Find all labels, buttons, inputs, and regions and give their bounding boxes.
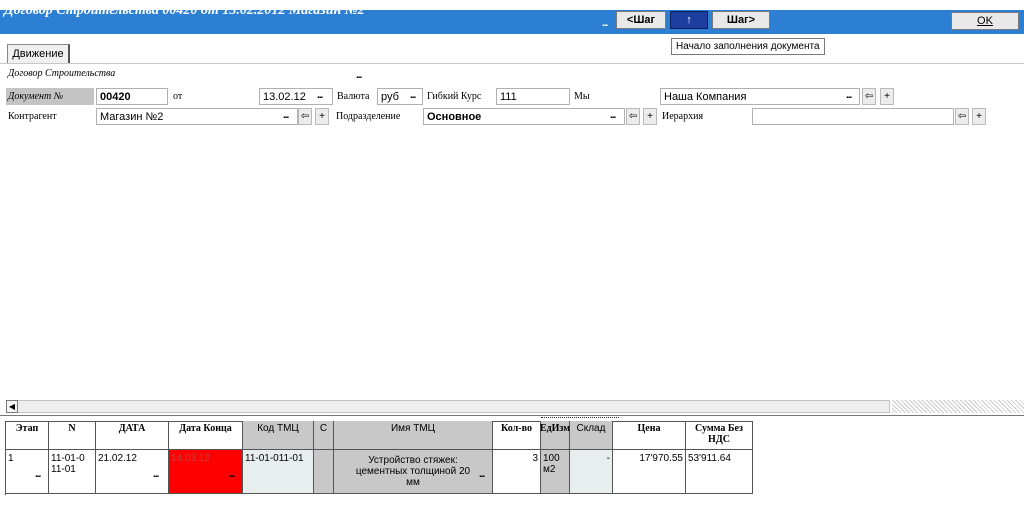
table-row-cell-unit[interactable]: 100 м2 (541, 450, 570, 494)
col-header-unit[interactable]: ЕдИзм (540, 421, 570, 450)
counterparty-ellipsis-icon[interactable]: ... (283, 111, 289, 121)
doc-type-label: Договор Строительства (8, 68, 116, 79)
company-plus-icon[interactable]: + (880, 88, 894, 105)
cell-code-value: 11-01-011-01 (245, 453, 304, 464)
table-row-cell-price[interactable]: 17'970.55 (613, 450, 686, 494)
scrollbar-filler (892, 400, 1024, 413)
doc-type-ellipsis-icon[interactable]: ... (356, 71, 362, 81)
cell-price-value: 17'970.55 (639, 453, 683, 464)
company-input[interactable]: Наша Компания (660, 88, 860, 105)
cell-unit-value: 100 м2 (543, 453, 560, 475)
col-header-n[interactable]: N (49, 421, 96, 450)
cell-end-date-value: 14.03.12 (171, 453, 210, 464)
cell-name-value: Устройство стяжек: цементных толщиной 20… (355, 455, 471, 488)
cell-sum-value: 53'911.64 (688, 453, 731, 464)
step-back-button[interactable]: <Шаг (616, 11, 666, 29)
cell-n-line2: 11-01 (51, 464, 76, 475)
col-header-end-date[interactable]: Дата Конца (169, 421, 243, 450)
currency-label: Валюта (337, 91, 370, 102)
scroll-left-arrow-icon[interactable]: ◀ (6, 400, 18, 413)
doc-number-input[interactable]: 00420 (96, 88, 168, 105)
table-row-cell-sum[interactable]: 53'911.64 (686, 450, 753, 494)
title-ellipsis-icon[interactable]: ... (602, 19, 608, 29)
table-row-cell-n[interactable]: 11-01-0 11-01 (49, 450, 96, 494)
col-header-sum[interactable]: Сумма Без НДС (686, 421, 753, 450)
department-back-arrow-icon[interactable]: ⇦ (626, 108, 640, 125)
we-label: Мы (574, 91, 590, 102)
table-row-cell-name[interactable]: Устройство стяжек: цементных толщиной 20… (334, 450, 493, 494)
grid-top-border (0, 415, 1024, 416)
end-date-cell-ellipsis-icon[interactable]: ... (229, 470, 235, 480)
stage-ellipsis-icon[interactable]: ... (35, 470, 41, 480)
department-plus-icon[interactable]: + (643, 108, 657, 125)
rate-input[interactable]: 111 (496, 88, 570, 105)
horizontal-scrollbar[interactable] (6, 400, 890, 413)
date-cell-ellipsis-icon[interactable]: ... (153, 470, 159, 480)
hierarchy-input[interactable] (752, 108, 954, 125)
tooltip: Начало заполнения документа (671, 38, 825, 55)
currency-ellipsis-icon[interactable]: ... (410, 91, 416, 101)
start-button[interactable]: ↑ (670, 11, 708, 29)
col-header-warehouse[interactable]: Склад (570, 421, 613, 450)
ok-button[interactable]: OK (951, 12, 1019, 30)
company-value: Наша Компания (664, 90, 747, 103)
cell-n-line1: 11-01-0 (51, 453, 85, 464)
rate-label: Гибкий Курс (427, 91, 482, 102)
hierarchy-plus-icon[interactable]: + (972, 108, 986, 125)
col-header-c[interactable]: С (314, 421, 334, 450)
step-forward-button[interactable]: Шаг> (712, 11, 770, 29)
table-row-cell-qty[interactable]: 3 (493, 450, 541, 494)
counterparty-input[interactable]: Магазин №2 (96, 108, 298, 125)
counterparty-value: Магазин №2 (100, 110, 164, 123)
hierarchy-back-arrow-icon[interactable]: ⇦ (955, 108, 969, 125)
col-header-name[interactable]: Имя ТМЦ (334, 421, 493, 450)
currency-value: руб (381, 90, 399, 103)
counterparty-plus-icon[interactable]: + (315, 108, 329, 125)
company-back-arrow-icon[interactable]: ⇦ (862, 88, 876, 105)
department-input[interactable]: Основное (423, 108, 625, 125)
col-header-date[interactable]: ДАТА (96, 421, 169, 450)
date-value: 13.02.12 (263, 90, 306, 103)
date-from-label: от (173, 91, 183, 102)
col-header-qty[interactable]: Кол-во (493, 421, 541, 450)
cell-qty-value: 3 (532, 453, 538, 464)
table-row-cell-code[interactable]: 11-01-011-01 (243, 450, 314, 494)
hierarchy-label: Иерархия (662, 111, 704, 122)
department-ellipsis-icon[interactable]: ... (610, 111, 616, 121)
cell-warehouse-value: - (606, 453, 610, 464)
department-value: Основное (427, 110, 482, 123)
window-title: Договор Строительства 00420 от 13.02.201… (4, 3, 365, 18)
company-ellipsis-icon[interactable]: ... (846, 91, 852, 101)
col-header-stage[interactable]: Этап (6, 421, 49, 450)
cell-date-value: 21.02.12 (98, 453, 137, 464)
table-row-cell-warehouse[interactable]: - (570, 450, 613, 494)
date-ellipsis-icon[interactable]: ... (317, 91, 323, 101)
currency-input[interactable]: руб (377, 88, 423, 105)
column-splitter-handle[interactable] (541, 413, 619, 418)
counterparty-back-arrow-icon[interactable]: ⇦ (298, 108, 312, 125)
col-header-price[interactable]: Цена (613, 421, 686, 450)
name-cell-ellipsis-icon[interactable]: ... (479, 470, 485, 480)
col-header-code[interactable]: Код ТМЦ (243, 421, 314, 450)
tab-divider (0, 63, 1024, 64)
cell-stage-value: 1 (8, 453, 14, 464)
counterparty-label: Контрагент (8, 111, 57, 122)
table-row-cell-stage[interactable]: 1 (6, 450, 49, 494)
tab-movement[interactable]: Движение (7, 44, 70, 63)
doc-number-label: Документ № (8, 91, 64, 102)
table-row-cell-c[interactable] (314, 450, 334, 494)
department-label: Подразделение (336, 111, 401, 122)
